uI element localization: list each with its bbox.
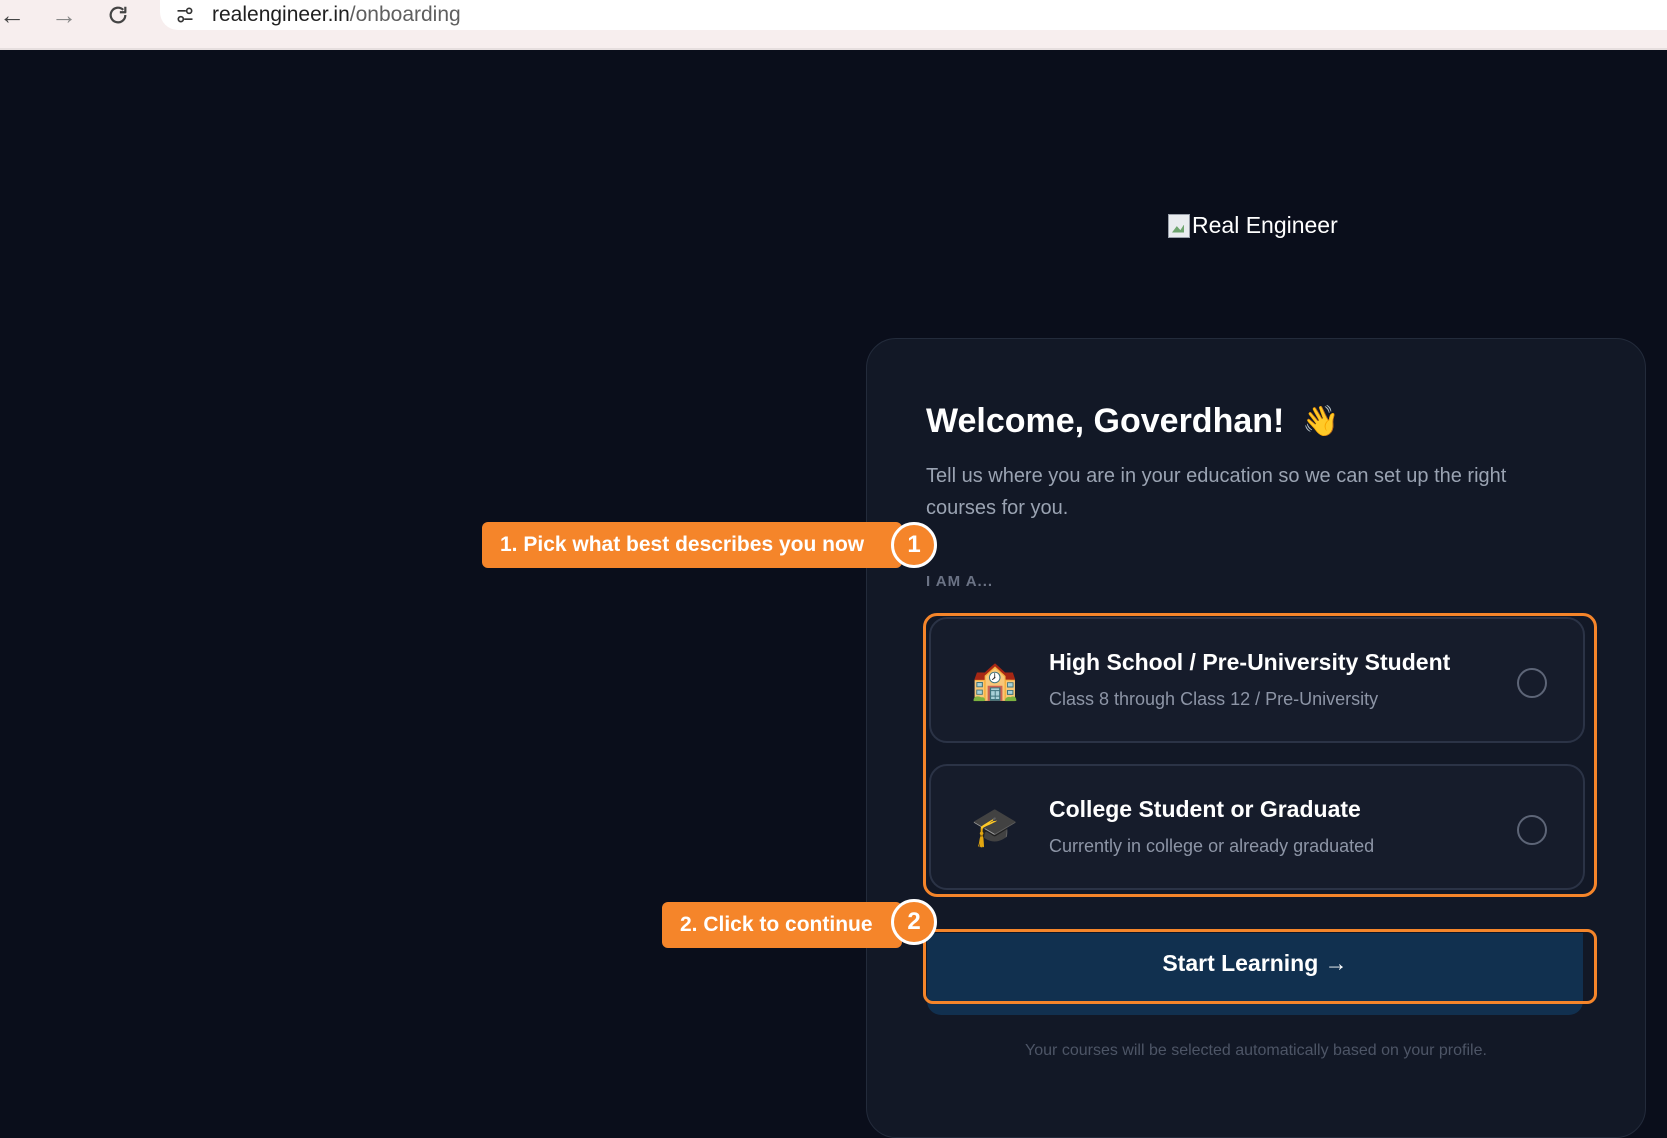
welcome-text: Welcome, Goverdhan! bbox=[926, 402, 1285, 440]
start-button-highlight-outline bbox=[923, 929, 1597, 1004]
options-highlight-outline bbox=[923, 613, 1597, 897]
callout-step-1: 1. Pick what best describes you now bbox=[482, 522, 902, 568]
onboarding-subtitle: Tell us where you are in your education … bbox=[926, 465, 1507, 519]
real-engineer-logo: Real Engineer bbox=[1168, 212, 1338, 239]
callout-number-2: 2 bbox=[891, 899, 937, 945]
broken-image-icon bbox=[1168, 213, 1190, 238]
back-arrow-icon[interactable]: ← bbox=[0, 0, 32, 30]
callout-number-1: 1 bbox=[891, 522, 937, 568]
site-info-icon[interactable] bbox=[170, 0, 200, 30]
url-host: realengineer.in bbox=[212, 3, 350, 26]
footnote-text: Your courses will be selected automatica… bbox=[1025, 1042, 1487, 1059]
address-bar[interactable]: realengineer.in/onboarding bbox=[160, 0, 1667, 30]
welcome-heading: Welcome, Goverdhan! 👋 bbox=[926, 402, 1340, 441]
reload-icon[interactable] bbox=[98, 0, 138, 30]
section-label: I AM A... bbox=[926, 573, 994, 590]
forward-arrow-icon[interactable]: → bbox=[44, 0, 84, 30]
callout-step-2: 2. Click to continue bbox=[662, 902, 902, 948]
waving-hand-icon: 👋 bbox=[1302, 405, 1340, 438]
logo-alt-text: Real Engineer bbox=[1192, 212, 1338, 238]
url-text: realengineer.in/onboarding bbox=[212, 3, 461, 27]
browser-toolbar: ← → realengineer.in/onboarding bbox=[0, 0, 1667, 50]
url-path: /onboarding bbox=[349, 3, 461, 26]
